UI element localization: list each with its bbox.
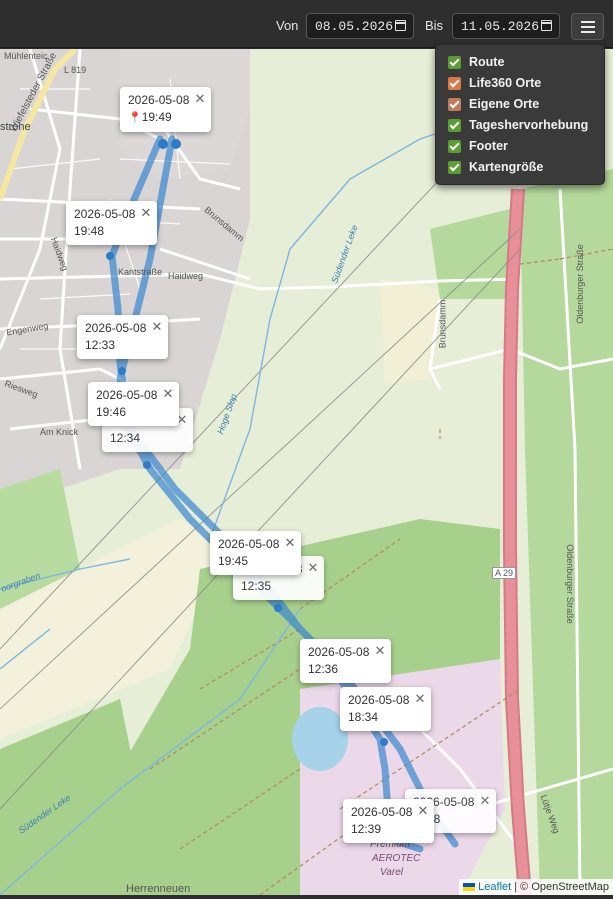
popup-time: 12:34: [110, 431, 141, 445]
menu-button[interactable]: [571, 13, 604, 40]
calendar-icon[interactable]: [395, 20, 406, 31]
popup-time: 19:45: [218, 554, 249, 568]
from-label: Von: [276, 18, 299, 33]
place-label: Mühlenteic: [4, 51, 48, 61]
map-popup[interactable]: 2026-05-08 19:45 ✕: [210, 531, 302, 575]
menu-item-label: Tageshervorhebung: [469, 118, 589, 132]
close-icon[interactable]: ✕: [374, 642, 385, 659]
road-label: Haidweg: [168, 271, 204, 281]
close-icon[interactable]: ✕: [194, 90, 205, 107]
place-label: Varel: [380, 867, 403, 878]
close-icon[interactable]: ✕: [479, 792, 490, 809]
popup-time: 19:46: [96, 405, 127, 419]
menu-item-label: Eigene Orte: [469, 97, 540, 111]
popup-date: 2026-05-08: [85, 321, 147, 335]
popup-time: 18:34: [348, 710, 379, 724]
map-popup[interactable]: 2026-05-08 12:39 ✕: [343, 799, 435, 843]
popup-time: 12:33: [85, 338, 116, 352]
menu-item-label: Footer: [469, 139, 508, 153]
close-icon[interactable]: ✕: [162, 385, 173, 402]
menu-item-label: Route: [469, 55, 505, 69]
map-popup[interactable]: 2026-05-08 19:48 ✕: [66, 201, 158, 245]
place-label: AEROTEC: [372, 853, 421, 864]
checkbox[interactable]: [448, 161, 461, 174]
popup-time: 19:48: [74, 224, 105, 238]
popup-time: 12:36: [308, 662, 339, 676]
close-icon[interactable]: ✕: [284, 534, 295, 551]
road-label: Oldenburger Straße: [564, 544, 575, 624]
hamburger-icon-line: [581, 26, 595, 28]
hamburger-icon-line: [581, 21, 595, 23]
road-label: Oldenburger Straße: [574, 244, 585, 324]
popup-date: 2026-05-08: [348, 693, 410, 707]
road-label: Am Knick: [40, 427, 79, 437]
popup-time: 19:49: [141, 110, 172, 124]
close-icon[interactable]: ✕: [151, 318, 162, 335]
place-label: Herrenneuen: [126, 883, 191, 895]
checkbox[interactable]: [448, 140, 461, 153]
hamburger-icon-line: [581, 31, 595, 33]
to-date-input[interactable]: 11.05.2026: [452, 13, 560, 39]
to-date-value: 11.05.2026: [461, 19, 540, 34]
road-label: L 819: [64, 65, 87, 75]
calendar-icon[interactable]: [541, 20, 552, 31]
popup-date: 2026-05-08: [351, 805, 413, 819]
close-icon[interactable]: ✕: [414, 690, 425, 707]
popup-date: 2026-05-08: [218, 537, 280, 551]
map-popup[interactable]: 2026-05-08 18:34 ✕: [340, 687, 432, 731]
pin-icon: 📍: [128, 112, 142, 124]
popup-date: 2026-05-08: [96, 388, 158, 402]
close-icon[interactable]: ✕: [307, 559, 318, 576]
top-toolbar: Von 08.05.2026 Bis 11.05.2026: [0, 0, 613, 48]
checkbox[interactable]: [448, 77, 461, 90]
to-label: Bis: [425, 18, 444, 33]
map-attribution: Leaflet | © OpenStreetMap: [459, 879, 613, 895]
close-icon[interactable]: ✕: [417, 802, 428, 819]
bottom-bar: [0, 895, 613, 899]
road-label: Brunsdamm: [437, 299, 448, 349]
checkbox[interactable]: [448, 119, 461, 132]
ukraine-flag-icon: [463, 883, 476, 891]
popup-time-row: 📍19:49: [128, 109, 189, 127]
from-date-value: 08.05.2026: [315, 19, 394, 34]
osm-link[interactable]: OpenStreetMap: [531, 881, 609, 893]
close-icon[interactable]: ✕: [140, 204, 151, 221]
checkbox[interactable]: [448, 56, 461, 69]
popup-time: 12:39: [351, 822, 382, 836]
popup-date: 2026-05-08: [308, 645, 370, 659]
popup-date: 2026-05-08: [128, 93, 190, 107]
leaflet-link[interactable]: Leaflet: [478, 881, 511, 893]
from-date-input[interactable]: 08.05.2026: [306, 13, 414, 39]
attribution-separator: | ©: [511, 881, 532, 893]
checkbox[interactable]: [448, 98, 461, 111]
road-label: A 29: [492, 567, 517, 579]
map-popup[interactable]: 2026-05-08 📍19:49 ✕: [120, 87, 212, 132]
menu-item-label: Life360 Orte: [469, 76, 542, 90]
popup-time: 12:35: [241, 579, 272, 593]
road-label: Kantstraße: [118, 267, 163, 277]
map-popup[interactable]: 2026-05-08 12:33 ✕: [77, 315, 169, 359]
map-popup[interactable]: 2026-05-08 19:46 ✕: [88, 382, 180, 426]
layer-menu: Route Life360 Orte Eigene Orte Tagesherv…: [435, 44, 605, 185]
menu-item-label: Kartengröße: [469, 160, 544, 174]
map-popup[interactable]: 2026-05-08 12:36 ✕: [300, 639, 392, 683]
popup-date: 2026-05-08: [74, 207, 136, 221]
